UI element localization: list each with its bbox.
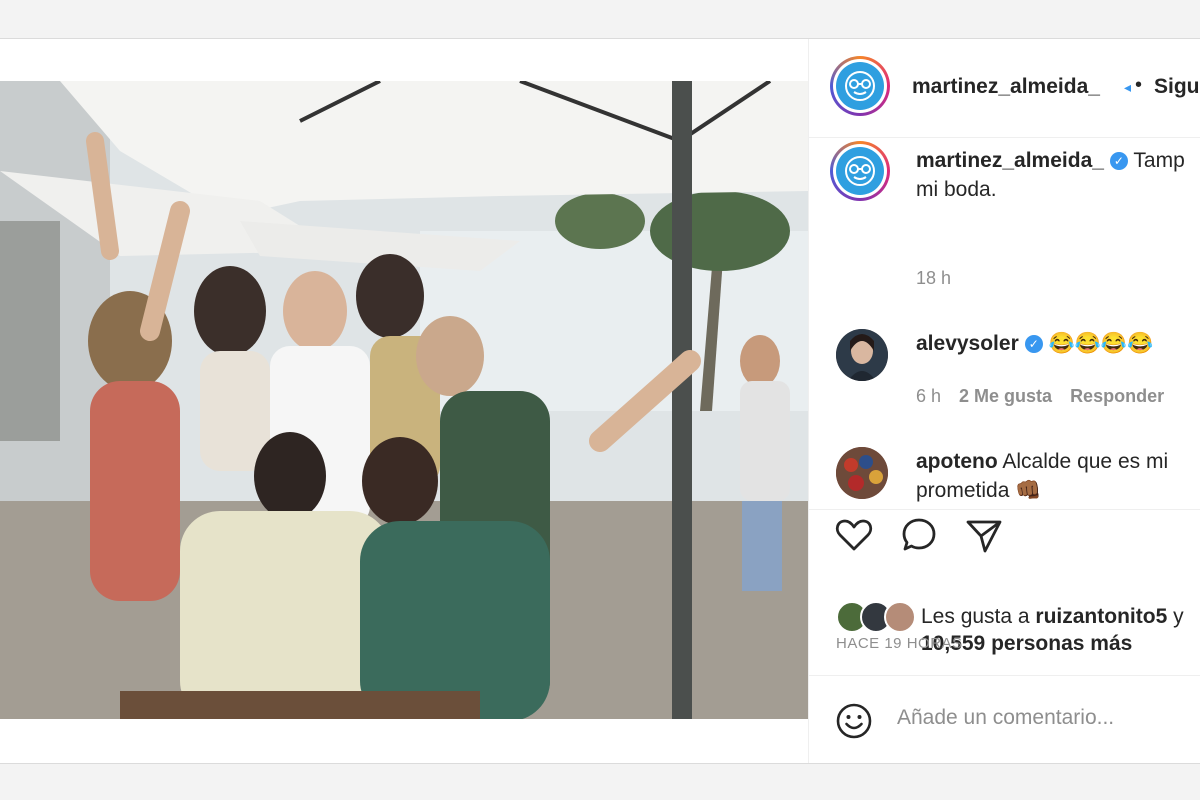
- caption-time[interactable]: 18 h: [916, 268, 951, 289]
- follow-button[interactable]: Sigu: [1154, 75, 1200, 99]
- comment-2: apoteno Alcalde que es mi prometida 👊🏾: [916, 447, 1168, 505]
- avatar-glasses-icon: [845, 71, 875, 101]
- add-comment-bar: Añade un comentario...: [809, 675, 1200, 763]
- verified-badge-icon: ✓: [1109, 152, 1128, 170]
- caption-avatar[interactable]: [830, 141, 890, 201]
- comment-1: alevysoler ✓ 😂😂😂😂: [916, 329, 1153, 358]
- header-username[interactable]: martinez_almeida_: [912, 75, 1100, 99]
- liked-by-avatars[interactable]: [836, 601, 916, 633]
- post-timestamp[interactable]: HACE 19 HORAS: [836, 635, 963, 652]
- add-comment-input[interactable]: Añade un comentario...: [897, 706, 1114, 730]
- comment-1-meta: 6 h 2 Me gusta Responder: [916, 386, 1164, 407]
- like-heart-icon[interactable]: [834, 515, 874, 555]
- comment-avatar-alevysoler[interactable]: [836, 329, 888, 381]
- likes-summary: Les gusta a ruizantonito5 y 10,559 perso…: [809, 601, 1200, 661]
- share-send-icon[interactable]: [964, 515, 1004, 555]
- emoji-icon[interactable]: [835, 702, 873, 740]
- author-avatar[interactable]: [830, 56, 890, 116]
- comments-list: martinez_almeida_ ✓ Tamp mi boda. 18 h al…: [809, 138, 1200, 510]
- comment-1-reply-button[interactable]: Responder: [1070, 386, 1164, 406]
- post-media-area: [0, 39, 809, 763]
- verified-small-icon: ◂: [1124, 79, 1132, 95]
- comment-1-text: 😂😂😂😂: [1048, 332, 1154, 355]
- post-photo[interactable]: [0, 81, 808, 719]
- comment-2-line1: Alcalde que es mi: [1002, 450, 1169, 473]
- comment-bubble-icon[interactable]: [899, 515, 939, 555]
- comment-2-line2: prometida 👊🏾: [916, 479, 1042, 502]
- post-sidebar: martinez_almeida_ ◂ • Sigu martinez_alme…: [809, 39, 1200, 763]
- liked-by-user[interactable]: ruizantonito5: [1035, 605, 1167, 628]
- avatar-glasses-icon: [845, 156, 875, 186]
- verified-badge-icon: ✓: [1024, 335, 1043, 353]
- caption-text: martinez_almeida_ ✓ Tamp mi boda.: [916, 146, 1185, 204]
- caption-line2: mi boda.: [916, 178, 997, 201]
- instagram-post-card: martinez_almeida_ ◂ • Sigu martinez_alme…: [0, 38, 1200, 764]
- post-header: martinez_almeida_ ◂ • Sigu: [809, 39, 1200, 138]
- comment-2-username[interactable]: apoteno: [916, 450, 998, 473]
- separator-dot: •: [1135, 74, 1143, 96]
- comment-avatar-apoteno[interactable]: [836, 447, 888, 499]
- caption-line1: Tamp: [1133, 149, 1185, 172]
- comment-1-username[interactable]: alevysoler: [916, 332, 1019, 355]
- post-actions: [809, 513, 1200, 573]
- comment-1-likes[interactable]: 2 Me gusta: [959, 386, 1052, 406]
- caption-username[interactable]: martinez_almeida_: [916, 149, 1104, 172]
- comment-1-time[interactable]: 6 h: [916, 386, 941, 406]
